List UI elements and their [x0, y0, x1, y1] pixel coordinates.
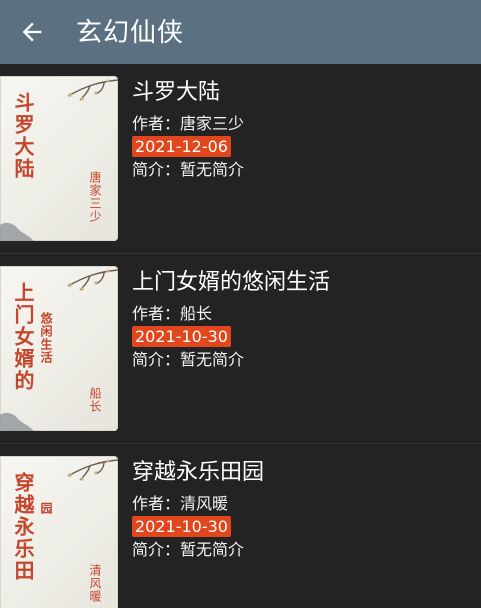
cover-title: 上门女婿的 — [11, 282, 35, 392]
plum-branch-decoration — [67, 459, 118, 481]
book-cover[interactable]: 上门女婿的 悠闲生活 船长 — [0, 266, 118, 431]
plum-branch-decoration — [67, 79, 118, 101]
book-intro: 简介：暂无简介 — [132, 540, 245, 559]
book-intro: 简介：暂无简介 — [132, 350, 245, 369]
update-date-badge: 2021-10-30 — [132, 326, 231, 347]
book-item-1[interactable]: 斗罗大陆 唐家三少 斗罗大陆 作者：唐家三少 2021-12-06 简介：暂无简… — [0, 64, 481, 254]
back-button[interactable] — [0, 0, 64, 64]
cover-author: 清风暖 — [88, 564, 102, 603]
app-root: 玄幻仙侠 斗罗大陆 唐家三少 斗罗大陆 作者：唐家三少 2021-12-06 简… — [0, 0, 481, 608]
book-info: 穿越永乐田园 作者：清风暖 2021-10-30 简介：暂无简介 — [132, 458, 471, 561]
cover-title: 斗罗大陆 — [11, 92, 35, 180]
book-item-3[interactable]: 穿越永乐田 园 清风暖 穿越永乐田园 作者：清风暖 2021-10-30 简介：… — [0, 444, 481, 608]
book-info: 斗罗大陆 作者：唐家三少 2021-12-06 简介：暂无简介 — [132, 78, 471, 181]
top-app-bar: 玄幻仙侠 — [0, 0, 481, 64]
book-title: 斗罗大陆 — [132, 80, 221, 105]
book-author: 作者：船长 — [132, 304, 213, 323]
update-date-badge: 2021-12-06 — [132, 136, 231, 157]
book-author: 作者：唐家三少 — [132, 114, 245, 133]
cover-subtitle: 园 — [39, 502, 53, 515]
book-title: 穿越永乐田园 — [132, 460, 265, 485]
book-cover[interactable]: 穿越永乐田 园 清风暖 — [0, 456, 118, 608]
update-date-badge: 2021-10-30 — [132, 516, 231, 537]
page-title: 玄幻仙侠 — [76, 17, 185, 48]
book-list: 斗罗大陆 唐家三少 斗罗大陆 作者：唐家三少 2021-12-06 简介：暂无简… — [0, 64, 481, 608]
cover-author: 船长 — [88, 387, 102, 413]
cover-author: 唐家三少 — [88, 171, 102, 223]
cover-subtitle: 悠闲生活 — [39, 312, 53, 364]
book-cover[interactable]: 斗罗大陆 唐家三少 — [0, 76, 118, 241]
book-info: 上门女婿的悠闲生活 作者：船长 2021-10-30 简介：暂无简介 — [132, 268, 471, 371]
book-intro: 简介：暂无简介 — [132, 160, 245, 179]
ink-rock-decoration — [0, 222, 34, 241]
book-title: 上门女婿的悠闲生活 — [132, 270, 331, 295]
book-item-2[interactable]: 上门女婿的 悠闲生活 船长 上门女婿的悠闲生活 作者：船长 2021-10-30… — [0, 254, 481, 444]
ink-rock-decoration — [0, 412, 34, 431]
book-author: 作者：清风暖 — [132, 494, 229, 513]
plum-branch-decoration — [67, 269, 118, 291]
arrow-left-icon — [22, 22, 42, 42]
cover-title: 穿越永乐田 — [11, 472, 35, 582]
